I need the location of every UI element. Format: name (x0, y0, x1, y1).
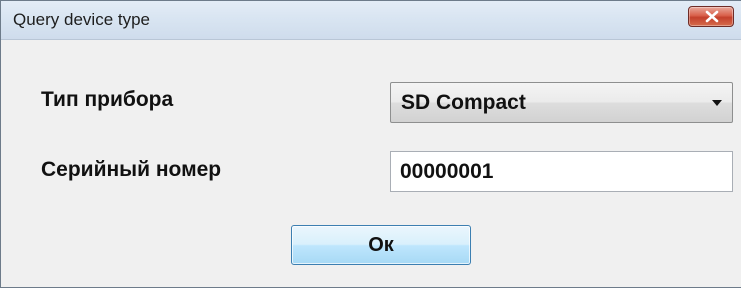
dialog-body: Тип прибора SD Compact Серийный номер Ок (1, 40, 741, 287)
window-title: Query device type (13, 10, 151, 29)
device-type-value: SD Compact (401, 91, 526, 114)
serial-number-label: Серийный номер (41, 158, 222, 181)
dialog-window: Query device type Тип прибора SD Compact… (0, 0, 741, 288)
title-bar[interactable]: Query device type (1, 1, 741, 40)
chevron-down-icon[interactable] (712, 100, 722, 106)
close-button[interactable] (688, 6, 734, 27)
ok-button[interactable]: Ок (291, 225, 471, 265)
close-icon (705, 10, 719, 23)
device-type-label: Тип прибора (41, 88, 174, 111)
serial-number-field-frame (390, 151, 733, 192)
device-type-select[interactable]: SD Compact (390, 82, 733, 123)
ok-button-label: Ок (368, 234, 394, 256)
serial-number-field[interactable] (391, 152, 732, 191)
